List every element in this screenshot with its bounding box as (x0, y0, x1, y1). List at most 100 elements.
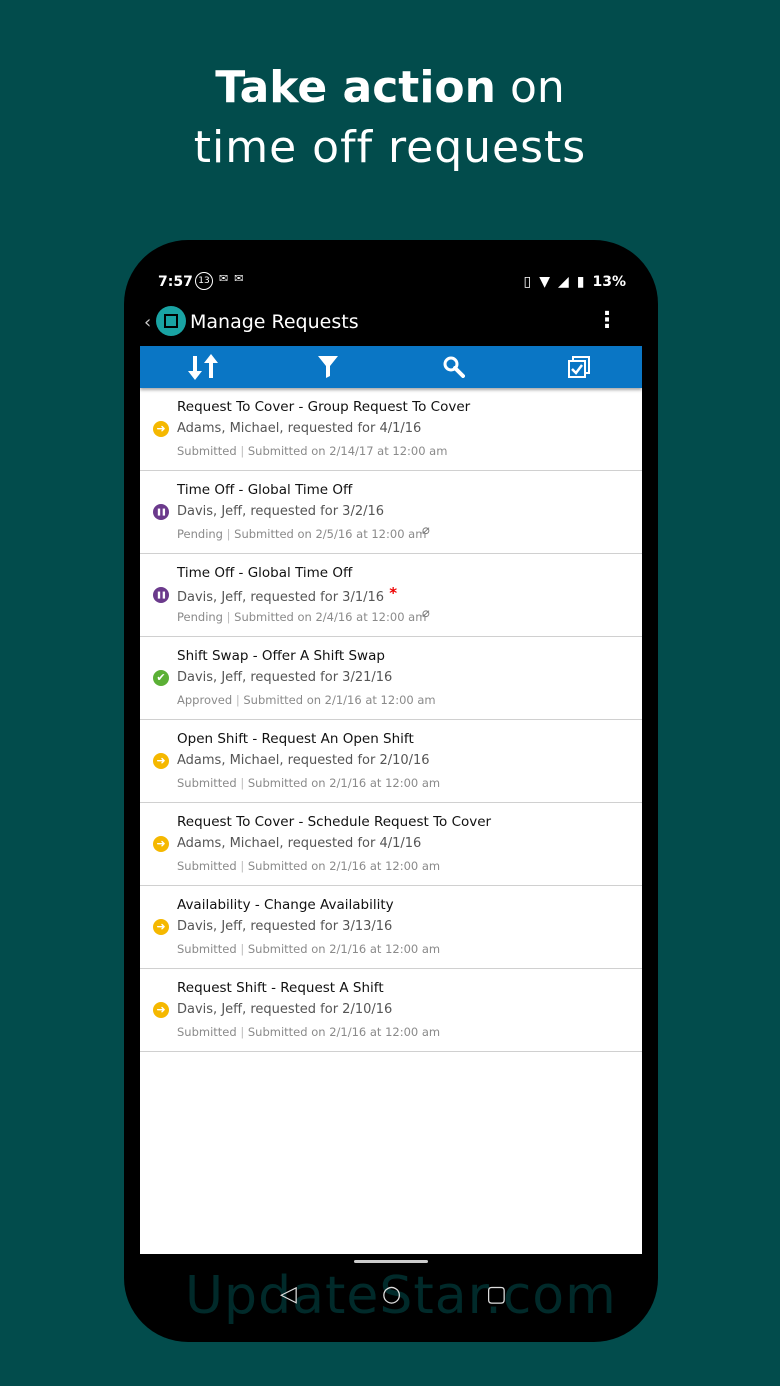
headline-bold: Take action (215, 62, 496, 113)
app-bar: ‹ Manage Requests ⋮ (140, 302, 642, 346)
request-submitted-date: Submitted on 2/1/16 at 12:00 am (247, 942, 441, 956)
signal-icon: ◢ (557, 274, 569, 290)
request-title: Time Off - Global Time Off (177, 482, 353, 498)
request-title: Availability - Change Availability (177, 897, 394, 913)
list-item[interactable]: ➜ Request To Cover - Schedule Request To … (140, 803, 642, 886)
request-subtitle: Adams, Michael, requested for 2/10/16 (177, 753, 430, 768)
request-subtitle: Davis, Jeff, requested for 2/10/16 (177, 1002, 392, 1017)
request-meta: Pending | Submitted on 2/4/16 at 12:00 a… (177, 610, 426, 624)
submitted-status-icon: ➜ (153, 753, 169, 769)
meta-separator: | (232, 693, 244, 707)
filter-button[interactable] (266, 346, 392, 388)
nav-back-icon[interactable]: ◁ (280, 1282, 297, 1307)
headline-line1: Take action on (0, 58, 780, 118)
attachment-icon: ⌀ (422, 523, 430, 538)
phone-screen: 7:57 13 ✉ ✉ ▯ ▼ ◢ ▮ 13% ‹ Manage Request… (140, 262, 642, 1332)
battery-icon: ▮ (576, 274, 585, 290)
meta-separator: | (236, 444, 248, 458)
multi-select-icon (568, 356, 591, 378)
pending-status-icon: ❚❚ (153, 587, 169, 603)
request-meta: Submitted | Submitted on 2/1/16 at 12:00… (177, 942, 440, 956)
sort-button[interactable] (140, 346, 266, 388)
required-marker: * (384, 584, 398, 602)
mail-icon: ✉ (219, 272, 229, 285)
filter-icon (318, 356, 339, 378)
list-item[interactable]: ➜ Open Shift - Request An Open Shift Adams… (140, 720, 642, 803)
notification-count-icon: 13 (195, 272, 213, 290)
request-subtitle-text: Davis, Jeff, requested for 2/10/16 (177, 1002, 393, 1017)
wifi-icon: ▼ (539, 274, 550, 290)
vibrate-icon: ▯ (523, 274, 532, 290)
headline-line2: time off requests (193, 122, 587, 173)
request-subtitle: Adams, Michael, requested for 4/1/16 (177, 421, 421, 436)
list-item[interactable]: ➜ Request Shift - Request A Shift Davis, J… (140, 969, 642, 1052)
battery-percent: 13% (592, 274, 626, 290)
submitted-status-icon: ➜ (153, 1002, 169, 1018)
request-submitted-date: Submitted on 2/1/16 at 12:00 am (247, 859, 441, 873)
request-title: Request To Cover - Group Request To Cove… (177, 399, 471, 415)
overflow-menu-icon[interactable]: ⋮ (596, 308, 618, 333)
request-submitted-date: Submitted on 2/5/16 at 12:00 am (234, 527, 427, 541)
app-logo-icon[interactable] (156, 306, 186, 336)
meta-separator: | (236, 859, 248, 873)
request-subtitle-text: Adams, Michael, requested for 2/10/16 (177, 753, 430, 768)
submitted-status-icon: ➜ (153, 421, 169, 437)
nav-recents-icon[interactable]: ▢ (486, 1282, 507, 1307)
search-button[interactable] (391, 346, 517, 388)
meta-separator: | (222, 527, 235, 541)
request-title: Shift Swap - Offer A Shift Swap (177, 648, 385, 664)
request-meta: Submitted | Submitted on 2/1/16 at 12:00… (177, 776, 440, 790)
request-status: Pending (177, 527, 223, 541)
pending-status-icon: ❚❚ (153, 504, 169, 520)
nav-home-icon[interactable]: ○ (382, 1282, 401, 1307)
search-icon (443, 356, 465, 378)
request-title: Open Shift - Request An Open Shift (177, 731, 414, 747)
request-subtitle-text: Adams, Michael, requested for 4/1/16 (177, 421, 422, 436)
approved-status-icon: ✔ (153, 670, 169, 686)
list-item[interactable]: ❚❚ Time Off - Global Time Off Davis, Jeff,… (140, 554, 642, 637)
list-item[interactable]: ❚❚ Time Off - Global Time Off Davis, Jeff,… (140, 471, 642, 554)
notification-icons: 13 ✉ ✉ (195, 272, 243, 290)
request-subtitle-text: Davis, Jeff, requested for 3/1/16 (177, 590, 385, 605)
request-subtitle-text: Davis, Jeff, requested for 3/2/16 (177, 504, 385, 519)
multi-select-button[interactable] (517, 346, 643, 388)
request-subtitle: Davis, Jeff, requested for 3/2/16 (177, 504, 384, 519)
headline-rest: on (495, 62, 565, 113)
action-toolbar (140, 346, 642, 388)
attachment-icon: ⌀ (422, 606, 430, 621)
request-subtitle: Davis, Jeff, requested for 3/1/16 * (177, 584, 398, 605)
system-nav-bar: UpdateStar.com ◁ ○ ▢ (140, 1254, 642, 1332)
request-subtitle-text: Davis, Jeff, requested for 3/21/16 (177, 670, 393, 685)
request-meta: Approved | Submitted on 2/1/16 at 12:00 … (177, 693, 436, 707)
request-status: Submitted (177, 1025, 237, 1039)
system-icons: ▯ ▼ ◢ ▮ 13% (523, 274, 626, 290)
marketing-headline: Take action on time off requests (0, 58, 780, 178)
mail-icon-2: ✉ (234, 272, 244, 285)
submitted-status-icon: ➜ (153, 919, 169, 935)
request-meta: Submitted | Submitted on 2/1/16 at 12:00… (177, 859, 440, 873)
request-submitted-date: Submitted on 2/1/16 at 12:00 am (247, 1025, 441, 1039)
meta-separator: | (236, 776, 248, 790)
request-submitted-date: Submitted on 2/1/16 at 12:00 am (243, 693, 436, 707)
sort-icon (187, 354, 218, 380)
list-item[interactable]: ➜ Request To Cover - Group Request To Cov… (140, 388, 642, 471)
request-status: Submitted (177, 942, 237, 956)
request-meta: Pending | Submitted on 2/5/16 at 12:00 a… (177, 527, 426, 541)
request-submitted-date: Submitted on 2/1/16 at 12:00 am (247, 776, 441, 790)
request-status: Submitted (177, 776, 237, 790)
request-status: Submitted (177, 859, 237, 873)
gesture-pill (354, 1260, 428, 1263)
request-subtitle-text: Adams, Michael, requested for 4/1/16 (177, 836, 422, 851)
request-meta: Submitted | Submitted on 2/1/16 at 12:00… (177, 1025, 440, 1039)
request-status: Approved (177, 693, 233, 707)
list-item[interactable]: ➜ Availability - Change Availability Davis… (140, 886, 642, 969)
list-item[interactable]: ✔ Shift Swap - Offer A Shift Swap Davis, J… (140, 637, 642, 720)
request-submitted-date: Submitted on 2/14/17 at 12:00 am (247, 444, 448, 458)
back-chevron-icon[interactable]: ‹ (144, 312, 151, 333)
submitted-status-icon: ➜ (153, 836, 169, 852)
request-meta: Submitted | Submitted on 2/14/17 at 12:0… (177, 444, 447, 458)
request-status: Pending (177, 610, 223, 624)
request-title: Request Shift - Request A Shift (177, 980, 384, 996)
meta-separator: | (236, 1025, 248, 1039)
request-subtitle-text: Davis, Jeff, requested for 3/13/16 (177, 919, 393, 934)
